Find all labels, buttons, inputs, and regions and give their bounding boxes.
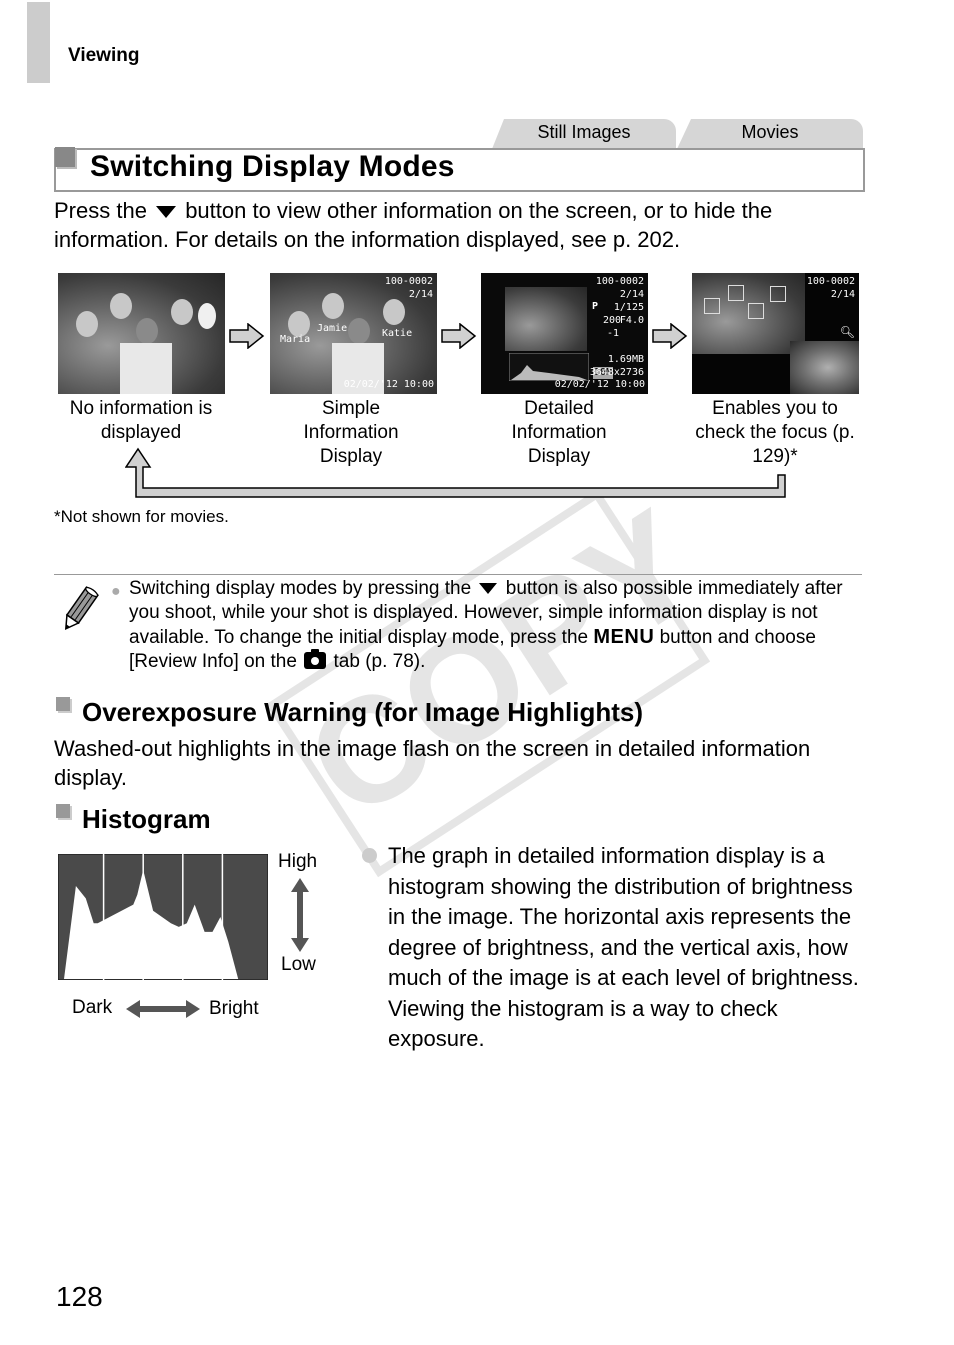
horizontal-double-arrow-icon bbox=[126, 999, 200, 1019]
section-title: Switching Display Modes bbox=[90, 150, 455, 183]
page-number: 128 bbox=[56, 1281, 103, 1312]
face-frame bbox=[728, 285, 744, 301]
face-frame bbox=[704, 298, 720, 314]
overexposure-heading: Overexposure Warning (for Image Highligh… bbox=[82, 697, 643, 727]
chapter-title: Viewing bbox=[68, 45, 140, 66]
pencil-icon bbox=[58, 585, 100, 635]
zoom-icon: 🔍︎ bbox=[839, 325, 855, 339]
tab-still-images: Still Images bbox=[492, 119, 676, 149]
image-count: 2/14 bbox=[830, 289, 855, 300]
heading-marker-icon bbox=[56, 697, 70, 711]
face bbox=[383, 299, 405, 325]
note-divider bbox=[54, 574, 862, 575]
face bbox=[110, 293, 132, 319]
face-frame bbox=[748, 303, 764, 319]
aperture: F4.0 bbox=[619, 315, 644, 326]
file-number: 100-0002 bbox=[595, 276, 644, 287]
down-button-icon bbox=[479, 583, 498, 595]
file-size: 1.69MB bbox=[607, 354, 644, 365]
histogram-description: The graph in detailed information displa… bbox=[388, 843, 859, 1051]
tab-movies: Movies bbox=[677, 119, 863, 149]
shutter-speed: 1/125 bbox=[613, 302, 644, 313]
label-low: Low bbox=[281, 954, 316, 975]
resolution: 3648x2736 bbox=[589, 367, 644, 378]
bullet-icon bbox=[362, 848, 377, 863]
section-intro: Press the button to view other informati… bbox=[54, 196, 864, 254]
file-number: 100-0002 bbox=[384, 276, 433, 287]
heading-marker-icon bbox=[56, 804, 70, 818]
image-count: 2/14 bbox=[619, 289, 644, 300]
note-text: Switching display modes by pressing the … bbox=[129, 577, 859, 674]
face bbox=[322, 293, 344, 319]
camera-tab-icon bbox=[304, 649, 327, 669]
overexposure-body: Washed-out highlights in the image flash… bbox=[54, 736, 811, 790]
image-count: 2/14 bbox=[408, 289, 433, 300]
label-bright: Bright bbox=[209, 998, 259, 1019]
thumbnail-simple-info: 100-0002 2/14 Maria Jamie Katie 02/02/'1… bbox=[270, 273, 437, 394]
face bbox=[171, 299, 193, 325]
exposure-comp: -1 bbox=[607, 328, 620, 339]
face bbox=[136, 318, 158, 344]
iso: 200 bbox=[603, 315, 622, 326]
face-name: Katie bbox=[382, 328, 413, 339]
caption-no-info: No information is displayed bbox=[69, 398, 213, 443]
loop-back-arrow-icon bbox=[124, 445, 790, 500]
note-text-part: tab (p. 78). bbox=[333, 651, 426, 672]
thumbnail-detailed-info: 100-0002 2/14 P 1/125 200 F4.0 -1 1.69MB… bbox=[481, 273, 648, 394]
intro-text-before: Press the bbox=[54, 198, 147, 223]
face-name: Maria bbox=[280, 334, 311, 345]
arrow-right-icon bbox=[652, 322, 688, 350]
note-text-part: Switching display modes by pressing the bbox=[129, 578, 472, 599]
face-frame bbox=[770, 286, 786, 302]
mini-histogram bbox=[509, 353, 589, 381]
datetime: 02/02/'12 10:00 bbox=[554, 379, 645, 390]
section-title-marker-icon bbox=[55, 147, 75, 167]
thumbnail-focus-check: 100-0002 2/14 🔍︎ bbox=[692, 273, 859, 394]
vertical-double-arrow-icon bbox=[290, 878, 310, 952]
copy-watermark: COPY bbox=[265, 478, 727, 878]
arrow-right-icon bbox=[229, 322, 265, 350]
footnote: *Not shown for movies. bbox=[54, 507, 229, 526]
histogram-heading: Histogram bbox=[82, 804, 211, 834]
focus-zoom-photo bbox=[790, 341, 859, 394]
down-button-icon bbox=[156, 206, 177, 219]
face bbox=[348, 318, 370, 344]
dog bbox=[198, 303, 216, 329]
face bbox=[76, 311, 98, 337]
datetime: 02/02/'12 10:00 bbox=[343, 379, 434, 390]
label-dark: Dark bbox=[72, 997, 113, 1018]
menu-button-label: MENU bbox=[593, 626, 655, 648]
chapter-side-bar bbox=[27, 2, 50, 83]
thumbnail-no-info bbox=[58, 273, 225, 394]
face-name: Jamie bbox=[317, 323, 348, 334]
histogram-chart bbox=[58, 854, 268, 980]
shirt bbox=[120, 343, 172, 394]
photo bbox=[505, 287, 587, 351]
arrow-right-icon bbox=[441, 322, 477, 350]
note-bullet: ● bbox=[111, 583, 121, 600]
shooting-mode: P bbox=[592, 301, 599, 312]
file-number: 100-0002 bbox=[806, 276, 855, 287]
label-high: High bbox=[278, 851, 318, 872]
